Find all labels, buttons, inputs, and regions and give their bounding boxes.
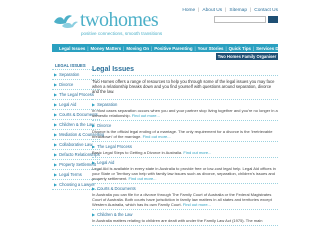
nav-moving-on[interactable]: Moving On (124, 46, 151, 51)
arrow-icon: ▶ (54, 82, 58, 87)
section-body: Divorce is the official legal ending of … (92, 128, 273, 139)
section-heading-label: Courts & Documents (97, 186, 136, 192)
sidebar-item-label: Separation (59, 72, 80, 77)
sidebar-item-label: Property Settlement (59, 162, 97, 167)
find-out-more-link[interactable]: Find out more... (183, 202, 211, 207)
arrow-icon: ▶ (92, 186, 96, 192)
section-body: In Australia matters relating to childre… (92, 217, 263, 223)
sidebar-item-label: Divorce (59, 82, 74, 87)
sidebar-item-label: Choosing a Lawyer (59, 182, 95, 187)
arrow-icon: ▶ (54, 182, 58, 187)
toplink-home[interactable]: Home (182, 8, 195, 13)
birds-logo-icon (54, 15, 78, 28)
arrow-icon: ▶ (54, 172, 58, 177)
arrow-icon: ▶ (92, 212, 96, 218)
toplink-sitemap[interactable]: Sitemap (229, 8, 247, 13)
section-text: In most cases separation occurs when you… (92, 108, 278, 118)
divider: | (250, 8, 252, 13)
divider: | (225, 8, 227, 13)
arrow-icon: ▶ (92, 123, 96, 129)
arrow-icon: ▶ (54, 162, 58, 167)
toplink-contact[interactable]: Contact Us (254, 8, 278, 13)
arrow-icon: ▶ (92, 160, 96, 166)
arrow-icon: ▶ (92, 144, 96, 150)
sidebar-item-label: Children & the Law (59, 122, 95, 127)
section-heading-label: The Legal Process (97, 144, 132, 150)
section-text: In Australia you can file for a divorce … (92, 192, 278, 207)
section-text: Divorce is the official legal ending of … (92, 129, 278, 139)
section-body: Legal Aid is available in every state in… (92, 165, 276, 181)
section-text: Legal Aid is available in every state in… (92, 166, 278, 181)
arrow-icon: ▶ (54, 92, 58, 97)
search-input[interactable] (214, 16, 266, 23)
section-heading-label: Children & the Law (97, 212, 133, 218)
section-separation: ▶ Separation In most cases separation occ… (92, 100, 278, 121)
find-out-more-link[interactable]: Find out more... (183, 150, 211, 155)
arrow-icon: ▶ (54, 152, 58, 157)
nav-positive-parenting[interactable]: Positive Parenting (152, 46, 194, 51)
find-out-more-link[interactable]: Find out more... (143, 134, 171, 139)
nav-money-matters[interactable]: Money Matters (89, 46, 124, 51)
section-heading-label: Legal Aid (97, 160, 115, 166)
section-divorce: ▶ Divorce Divorce is the official legal e… (92, 121, 278, 142)
search-button[interactable] (268, 16, 278, 23)
family-organiser-button[interactable]: Two Homes Family Organiser (216, 53, 278, 60)
arrow-icon: ▶ (54, 102, 58, 107)
intro-text: Two Homes offers a range of resources to… (92, 79, 278, 100)
toplink-about[interactable]: About Us (202, 8, 222, 13)
arrow-icon: ▶ (54, 72, 58, 77)
main-content: Legal Issues Two Homes offers a range of… (92, 66, 278, 226)
arrow-icon: ▶ (54, 142, 58, 147)
section-text: In Australia matters relating to childre… (92, 218, 278, 223)
divider: | (198, 8, 200, 13)
section-text: Basic Legal Steps to Getting a Divorce i… (92, 150, 278, 155)
page-title: Legal Issues (92, 66, 278, 76)
logo-tagline: positive connections, smooth transitions (81, 31, 163, 36)
find-out-more-link[interactable]: Find out more... (132, 113, 160, 118)
nav-quick-tips[interactable]: Quick Tips (227, 46, 253, 51)
sidebar-item-label: The Legal Process (59, 92, 94, 97)
sidebar-item-label: Collaborative Law (59, 142, 93, 147)
section-legal-aid: ▶ Legal Aid Legal Aid is available in eve… (92, 158, 278, 184)
site-logo[interactable]: twohomes positive connections, smooth tr… (52, 8, 192, 40)
logo-wordmark: twohomes (80, 9, 159, 31)
section-legal-process: ▶ The Legal Process Basic Legal Steps to … (92, 142, 278, 158)
section-heading-label: Divorce (97, 123, 112, 129)
arrow-icon: ▶ (54, 122, 58, 127)
section-children-law: ▶ Children & the Law In Australia matters… (92, 210, 278, 226)
section-courts-documents: ▶ Courts & Documents In Australia you can… (92, 184, 278, 210)
section-heading-label: Separation (97, 102, 118, 108)
top-links: Home | About Us | Sitemap | Contact Us (182, 8, 278, 13)
section-body: In most cases separation occurs when you… (92, 107, 278, 118)
nav-legal-issues[interactable]: Legal Issues (57, 46, 87, 51)
arrow-icon: ▶ (92, 102, 96, 108)
main-nav: Legal Issues | Money Matters | Moving On… (52, 44, 295, 52)
nav-your-stories[interactable]: Your Stories (196, 46, 226, 51)
page: twohomes positive connections, smooth tr… (0, 0, 322, 245)
sidebar-item-label: Legal Terms (59, 172, 82, 177)
find-out-more-link[interactable]: Find out more... (128, 176, 156, 181)
arrow-icon: ▶ (54, 132, 58, 137)
arrow-icon: ▶ (54, 112, 58, 117)
sidebar-item-label: Legal Aid (59, 102, 77, 107)
nav-services-directory[interactable]: Services Directory (254, 46, 297, 51)
header: twohomes positive connections, smooth tr… (0, 0, 322, 42)
section-body: Basic Legal Steps to Getting a Divorce i… (92, 149, 183, 155)
